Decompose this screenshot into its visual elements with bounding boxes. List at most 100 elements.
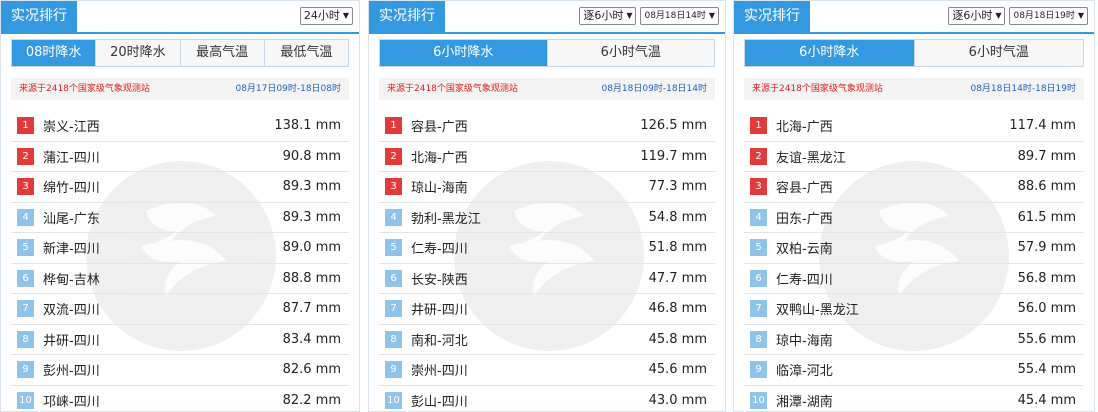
tab-6h-precip[interactable]: 6小时降水 [380,40,548,66]
station-value: 55.4 mm [1017,362,1076,378]
table-row[interactable]: 6 桦甸-吉林 88.8 mm [11,264,349,294]
table-row[interactable]: 1 崇义-江西 138.1 mm [11,111,349,142]
station-value: 54.8 mm [648,209,707,225]
station-value: 55.6 mm [1017,331,1076,347]
table-row[interactable]: 5 双柏-云南 57.9 mm [744,233,1084,264]
rank-badge: 10 [750,391,767,409]
table-row[interactable]: 1 北海-广西 117.4 mm [744,111,1084,142]
chevron-down-icon: ▼ [626,11,633,20]
station-name: 双柏-云南 [776,242,833,258]
station-name: 南和-河北 [411,333,468,349]
table-row[interactable]: 3 容县-广西 88.6 mm [744,172,1084,203]
tab-6h-temp[interactable]: 6小时气温 [547,40,714,66]
table-row[interactable]: 5 仁寿-四川 51.8 mm [379,233,715,264]
table-row[interactable]: 3 琼山-海南 77.3 mm [379,172,715,203]
table-row[interactable]: 9 崇州-四川 45.6 mm [379,355,715,386]
station-name: 湘潭-湖南 [776,394,833,410]
rank-badge: 1 [750,117,767,135]
table-row[interactable]: 4 田东-广西 61.5 mm [744,203,1084,233]
table-row[interactable]: 10 湘潭-湖南 45.4 mm [744,386,1084,412]
table-row[interactable]: 2 蒲江-四川 90.8 mm [11,142,349,172]
chevron-down-icon: ▼ [995,11,1002,20]
panel-title: 实况排行 [1,1,77,32]
rank-badge: 9 [17,361,34,379]
station-name: 友谊-黑龙江 [776,150,846,166]
ranking-panel-24h: 实况排行 24小时 ▼ 08时降水 20时降水 最高气温 最低气温 来源于2418… [0,0,360,412]
station-name: 邛崃-四川 [43,394,100,410]
tab-6h-precip[interactable]: 6小时降水 [745,40,915,66]
tab-bar: 6小时降水 6小时气温 [744,39,1084,67]
table-row[interactable]: 10 彭山-四川 43.0 mm [379,386,715,412]
table-row[interactable]: 8 南和-河北 45.8 mm [379,325,715,355]
ranking-list: 1 北海-广西 117.4 mm 2 友谊-黑龙江 89.7 mm 3 容县-广西 88.6… [744,111,1084,412]
table-row[interactable]: 7 双鸭山-黑龙江 56.0 mm [744,294,1084,325]
station-name: 容县-广西 [776,181,833,197]
tab-08h-precip[interactable]: 08时降水 [12,40,97,66]
table-row[interactable]: 7 井研-四川 46.8 mm [379,294,715,325]
table-row[interactable]: 6 仁寿-四川 56.8 mm [744,264,1084,294]
source-text: 来源于2418个国家级气象观测站 [752,84,883,94]
station-name: 井研-四川 [411,303,468,319]
table-row[interactable]: 8 井研-四川 83.4 mm [11,325,349,355]
tab-20h-precip[interactable]: 20时降水 [96,40,181,66]
station-name: 桦甸-吉林 [43,272,100,288]
station-name: 临漳-河北 [776,364,833,380]
table-row[interactable]: 8 琼中-海南 55.6 mm [744,325,1084,355]
station-value: 82.6 mm [282,362,341,378]
station-name: 琼山-海南 [411,181,468,197]
table-row[interactable]: 9 临漳-河北 55.4 mm [744,355,1084,386]
rank-badge: 9 [385,361,402,379]
tab-max-temp[interactable]: 最高气温 [180,40,265,66]
rank-badge: 2 [17,147,34,165]
rank-badge: 1 [17,117,34,135]
station-name: 勃利-黑龙江 [411,211,481,227]
station-name: 井研-四川 [43,333,100,349]
station-value: 88.8 mm [282,270,341,286]
station-name: 北海-广西 [411,150,468,166]
chevron-down-icon: ▼ [708,11,715,20]
ranking-panel-6h-19: 实况排行 逐6小时 ▼ 08月18日19时 ▼ 6小时降水 6小时气温 来源于241… [733,0,1095,412]
station-name: 蒲江-四川 [43,150,100,166]
table-row[interactable]: 5 新津-四川 89.0 mm [11,233,349,264]
station-name: 田东-广西 [776,211,833,227]
station-value: 51.8 mm [648,240,707,256]
rank-badge: 4 [385,208,402,226]
rank-badge: 8 [750,330,767,348]
rank-badge: 4 [750,208,767,226]
station-value: 117.4 mm [1009,118,1076,134]
ranking-list: 1 崇义-江西 138.1 mm 2 蒲江-四川 90.8 mm 3 绵竹-四川 89.3 … [11,111,349,412]
table-row[interactable]: 2 友谊-黑龙江 89.7 mm [744,142,1084,172]
interval-select[interactable]: 逐6小时 ▼ [948,7,1006,25]
table-row[interactable]: 6 长安-陕西 47.7 mm [379,264,715,294]
table-row[interactable]: 1 容县-广西 126.5 mm [379,111,715,142]
source-bar: 来源于2418个国家级气象观测站 08月17日09时-18日08时 [11,78,349,100]
time-select[interactable]: 08月18日14时 ▼ [640,7,719,25]
rank-badge: 7 [385,300,402,318]
tab-min-temp[interactable]: 最低气温 [264,40,348,66]
ranking-list: 1 容县-广西 126.5 mm 2 北海-广西 119.7 mm 3 琼山-海南 77.3… [379,111,715,412]
table-row[interactable]: 2 北海-广西 119.7 mm [379,142,715,172]
chevron-down-icon: ▼ [1077,11,1084,20]
table-row[interactable]: 10 邛崃-四川 82.2 mm [11,386,349,412]
table-row[interactable]: 4 汕尾-广东 89.3 mm [11,203,349,233]
station-name: 彭州-四川 [43,364,100,380]
tab-6h-temp[interactable]: 6小时气温 [914,40,1083,66]
station-value: 82.2 mm [282,392,341,408]
rank-badge: 4 [17,208,34,226]
station-value: 89.3 mm [282,209,341,225]
time-select[interactable]: 08月18日19时 ▼ [1009,7,1088,25]
source-bar: 来源于2418个国家级气象观测站 08月18日09时-18日14时 [379,78,715,100]
interval-select[interactable]: 逐6小时 ▼ [579,7,637,25]
station-value: 88.6 mm [1017,179,1076,195]
station-value: 119.7 mm [640,148,707,164]
station-value: 57.9 mm [1017,240,1076,256]
table-row[interactable]: 9 彭州-四川 82.6 mm [11,355,349,386]
station-name: 崇州-四川 [411,364,468,380]
table-row[interactable]: 3 绵竹-四川 89.3 mm [11,172,349,203]
station-value: 45.4 mm [1017,392,1076,408]
rank-badge: 3 [17,178,34,196]
table-row[interactable]: 7 双流-四川 87.7 mm [11,294,349,325]
station-value: 47.7 mm [648,270,707,286]
period-select[interactable]: 24小时 ▼ [299,7,353,25]
table-row[interactable]: 4 勃利-黑龙江 54.8 mm [379,203,715,233]
